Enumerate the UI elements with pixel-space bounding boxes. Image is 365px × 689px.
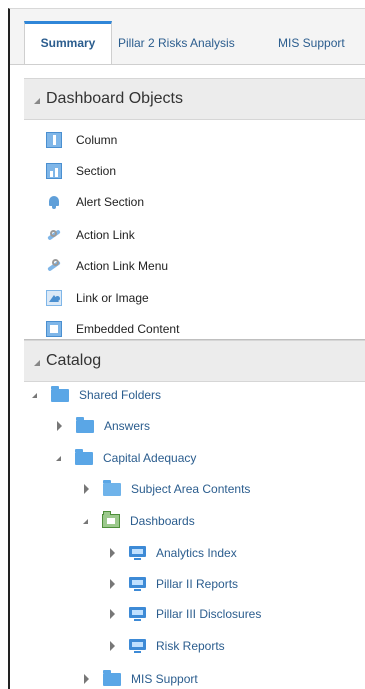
dashboard-folder-icon — [102, 511, 120, 528]
object-label: Embedded Content — [76, 322, 180, 336]
folder-icon — [51, 385, 69, 402]
expanded-triangle-icon[interactable] — [56, 455, 61, 461]
tree-node-label: Dashboards — [130, 514, 195, 528]
tree-node-label: Analytics Index — [156, 546, 237, 560]
tab-pillar-2-risks-analysis[interactable]: Pillar 2 Risks Analysis — [118, 23, 235, 64]
object-label: Action Link Menu — [76, 259, 169, 273]
expanded-triangle-icon[interactable] — [83, 518, 88, 524]
dashboard-icon — [129, 606, 146, 622]
link-or-image-icon — [46, 290, 62, 306]
object-alert-section[interactable]: Alert Section — [46, 191, 144, 213]
expanded-triangle-icon[interactable] — [32, 392, 37, 398]
tree-node-shared-folders[interactable]: Shared Folders — [32, 384, 161, 406]
action-link-icon — [46, 227, 62, 243]
object-embedded-content[interactable]: Embedded Content — [46, 318, 179, 339]
object-section[interactable]: Section — [46, 160, 116, 182]
tab-bar: Summary Pillar 2 Risks Analysis MIS Supp… — [10, 9, 365, 65]
object-action-link[interactable]: Action Link — [46, 224, 135, 246]
collapse-triangle-icon[interactable] — [34, 360, 40, 366]
catalog-header[interactable]: Catalog — [24, 340, 365, 382]
tree-node-answers[interactable]: Answers — [57, 415, 150, 437]
tree-node-label: Risk Reports — [156, 639, 225, 653]
object-label: Column — [76, 133, 118, 147]
collapsed-triangle-icon[interactable] — [84, 674, 89, 684]
tree-node-pillar-iii-disclosures[interactable]: Pillar III Disclosures — [110, 603, 261, 625]
tree-node-subject-area-contents[interactable]: Subject Area Contents — [84, 478, 250, 500]
tree-node-mis-support[interactable]: MIS Support — [84, 668, 198, 689]
catalog-title: Catalog — [46, 352, 102, 369]
tree-node-label: Capital Adequacy — [103, 451, 197, 465]
object-label: Section — [76, 164, 117, 178]
folder-icon — [76, 416, 94, 433]
folder-icon — [103, 669, 121, 686]
folder-icon — [103, 479, 121, 496]
dashboard-icon — [129, 545, 146, 561]
alert-section-icon — [46, 194, 62, 210]
tree-node-label: Subject Area Contents — [131, 482, 251, 496]
collapsed-triangle-icon[interactable] — [110, 579, 115, 589]
tree-node-label: Pillar II Reports — [156, 577, 239, 591]
object-label: Action Link — [76, 228, 135, 242]
collapsed-triangle-icon[interactable] — [57, 421, 62, 431]
dashboard-objects-header[interactable]: Dashboard Objects — [24, 78, 365, 120]
app-frame: Summary Pillar 2 Risks Analysis MIS Supp… — [8, 8, 365, 689]
dashboard-icon — [129, 638, 146, 654]
section-icon — [46, 163, 62, 179]
dashboard-objects-list: Column Section Alert Section Action Link… — [24, 129, 365, 339]
object-label: Alert Section — [76, 195, 145, 209]
tree-node-label: MIS Support — [131, 672, 198, 686]
tab-mis-support[interactable]: MIS Support — [278, 23, 345, 64]
tree-node-pillar-ii-reports[interactable]: Pillar II Reports — [110, 573, 238, 595]
catalog-tree: Shared Folders Answers Capital Adequacy … — [24, 381, 365, 689]
action-link-menu-icon — [46, 258, 62, 274]
object-link-or-image[interactable]: Link or Image — [46, 287, 149, 309]
object-column[interactable]: Column — [46, 129, 117, 151]
dashboard-objects-title: Dashboard Objects — [46, 90, 183, 107]
embedded-content-icon — [46, 321, 62, 337]
collapse-triangle-icon[interactable] — [34, 98, 40, 104]
tree-node-dashboards[interactable]: Dashboards — [83, 510, 195, 532]
collapsed-triangle-icon[interactable] — [110, 609, 115, 619]
collapsed-triangle-icon[interactable] — [110, 548, 115, 558]
object-label: Link or Image — [76, 291, 149, 305]
collapsed-triangle-icon[interactable] — [84, 484, 89, 494]
tree-node-label: Pillar III Disclosures — [156, 607, 262, 621]
tab-summary[interactable]: Summary — [24, 21, 112, 64]
tree-node-analytics-index[interactable]: Analytics Index — [110, 542, 237, 564]
dashboard-icon — [129, 576, 146, 592]
tree-node-label: Shared Folders — [79, 388, 162, 402]
tree-node-label: Answers — [104, 419, 151, 433]
object-action-link-menu[interactable]: Action Link Menu — [46, 255, 168, 277]
collapsed-triangle-icon[interactable] — [110, 641, 115, 651]
tree-node-capital-adequacy[interactable]: Capital Adequacy — [56, 447, 196, 469]
folder-icon — [75, 448, 93, 465]
column-icon — [46, 132, 62, 148]
tree-node-risk-reports[interactable]: Risk Reports — [110, 635, 225, 657]
